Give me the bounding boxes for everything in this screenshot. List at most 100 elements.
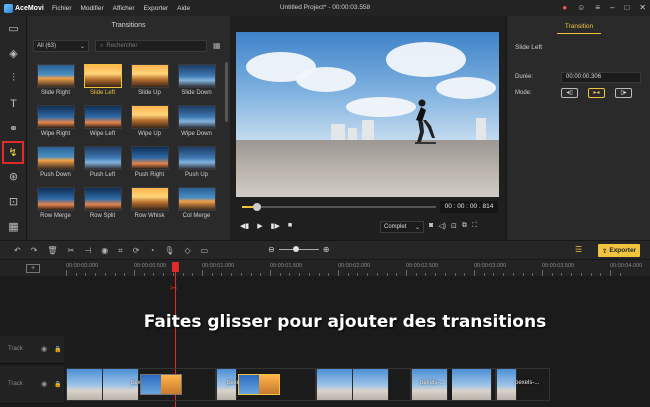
transition-item[interactable]: Col Merge bbox=[173, 187, 220, 223]
transition-thumbnail[interactable] bbox=[130, 146, 169, 170]
tab-transition[interactable]: Transition bbox=[557, 20, 601, 34]
transition-item[interactable]: Wipe Up bbox=[126, 105, 173, 141]
menu-modifier[interactable]: Modifier bbox=[81, 5, 104, 12]
transition-thumbnail[interactable] bbox=[36, 146, 75, 170]
transition-thumbnail[interactable] bbox=[36, 64, 75, 88]
grid-view-icon[interactable]: ▦ bbox=[213, 41, 223, 51]
transition-thumbnail[interactable] bbox=[83, 105, 122, 129]
lock-icon[interactable]: 🔒 bbox=[54, 346, 61, 353]
effects-icon[interactable]: ⊛ bbox=[0, 164, 27, 189]
shield-icon[interactable]: ◇ bbox=[184, 245, 190, 256]
snapshot-icon[interactable]: ◙ bbox=[429, 222, 433, 230]
stop-icon[interactable]: ■ bbox=[288, 222, 292, 230]
audio-wave-icon[interactable]: ⫶ bbox=[0, 66, 27, 91]
transition-item[interactable]: Wipe Right bbox=[32, 105, 79, 141]
transitions-icon[interactable]: ↯ bbox=[2, 141, 24, 164]
transition-item[interactable]: Slide Left bbox=[79, 64, 126, 100]
mode-right-icon[interactable]: ▯▸ bbox=[615, 88, 632, 98]
transition-thumbnail[interactable] bbox=[177, 146, 216, 170]
zoom-out-icon[interactable]: ⊖ bbox=[268, 245, 275, 254]
eye-icon[interactable]: ◉ bbox=[41, 345, 47, 353]
menu-fichier[interactable]: Fichier bbox=[52, 5, 72, 12]
cut-icon[interactable]: ✂ bbox=[68, 245, 75, 256]
zoom-slider-knob[interactable] bbox=[292, 246, 299, 252]
add-track-button[interactable]: + bbox=[26, 264, 40, 273]
zoom-slider[interactable] bbox=[278, 246, 319, 252]
quality-select[interactable]: Complet ⌄ bbox=[380, 221, 424, 233]
duration-field[interactable]: 00:00:00.306 bbox=[561, 72, 641, 83]
menu-afficher[interactable]: Afficher bbox=[113, 5, 135, 12]
next-frame-icon[interactable]: ▮▶ bbox=[271, 222, 280, 230]
transition-item[interactable]: Push Down bbox=[32, 146, 79, 182]
playback-progress-bar[interactable] bbox=[242, 203, 436, 211]
zoom-in-icon[interactable]: ⊕ bbox=[323, 245, 330, 254]
video-clip[interactable]: pexels-... bbox=[496, 368, 550, 401]
transition-item[interactable]: Push Up bbox=[173, 146, 220, 182]
media-folder-icon[interactable]: ▭ bbox=[0, 16, 27, 41]
video-clip[interactable] bbox=[316, 368, 411, 401]
delete-icon[interactable]: 🗑 bbox=[47, 245, 57, 256]
eye-icon[interactable]: ◉ bbox=[41, 380, 47, 388]
text-icon[interactable]: T bbox=[0, 91, 27, 116]
transition-thumbnail[interactable] bbox=[36, 187, 75, 211]
speed-icon[interactable]: ◔ bbox=[149, 245, 154, 256]
transition-item[interactable]: Slide Up bbox=[126, 64, 173, 100]
redo-icon[interactable]: ↷ bbox=[31, 245, 38, 256]
scissors-icon[interactable]: ✂ bbox=[170, 283, 178, 294]
transition-thumbnail[interactable] bbox=[177, 105, 216, 129]
transition-item[interactable]: Slide Down bbox=[173, 64, 220, 100]
pip-icon[interactable]: ⧉ bbox=[462, 222, 467, 230]
marker-icon[interactable]: ▭ bbox=[201, 245, 209, 256]
user-icon[interactable]: ☺ bbox=[577, 2, 585, 14]
timeline-ruler[interactable]: + 00:00:00.000 00:00:00.500 00:00:01.000 00… bbox=[0, 260, 650, 276]
transition-item[interactable]: Push Left bbox=[79, 146, 126, 182]
transition-thumbnail[interactable] bbox=[83, 146, 122, 170]
templates-icon[interactable]: ▦ bbox=[0, 214, 27, 239]
transition-thumbnail[interactable] bbox=[177, 64, 216, 88]
maximize-icon[interactable]: □ bbox=[624, 2, 629, 14]
color-icon[interactable]: ◉ bbox=[101, 245, 108, 256]
volume-icon[interactable]: ◁) bbox=[438, 222, 446, 230]
fullscreen-icon[interactable]: ⛶ bbox=[472, 222, 477, 230]
play-icon[interactable]: ▶ bbox=[257, 222, 262, 230]
menu-aide[interactable]: Aide bbox=[177, 5, 190, 12]
mode-left-icon[interactable]: ◂▯ bbox=[561, 88, 578, 98]
split-icon[interactable]: ⊣ bbox=[84, 245, 91, 256]
export-button[interactable]: ⇪ Exporter bbox=[598, 244, 640, 257]
undo-icon[interactable]: ↶ bbox=[14, 245, 21, 256]
minimize-icon[interactable]: – bbox=[610, 2, 614, 14]
transition-item[interactable]: Slide Right bbox=[32, 64, 79, 100]
lock-icon[interactable]: 🔒 bbox=[54, 381, 61, 388]
panel-scrollbar[interactable] bbox=[225, 62, 228, 122]
transition-item[interactable]: Row Whisk bbox=[126, 187, 173, 223]
sticker-icon[interactable]: ⊡ bbox=[0, 189, 27, 214]
close-icon[interactable]: ✕ bbox=[639, 2, 646, 14]
mode-center-icon[interactable]: ▸◂ bbox=[588, 88, 605, 98]
record-icon[interactable]: ● bbox=[562, 2, 567, 14]
transition-item[interactable]: Wipe Down bbox=[173, 105, 220, 141]
menu-exporter[interactable]: Exporter bbox=[144, 5, 169, 12]
category-select[interactable]: All (63) ⌄ bbox=[33, 40, 89, 52]
transition-thumbnail[interactable] bbox=[177, 187, 216, 211]
dragged-transition[interactable] bbox=[238, 374, 280, 395]
transition-thumbnail[interactable] bbox=[130, 187, 169, 211]
layers-icon[interactable]: ◈ bbox=[0, 41, 27, 66]
transition-thumbnail[interactable] bbox=[83, 187, 122, 211]
transition-item[interactable]: Wipe Left bbox=[79, 105, 126, 141]
previous-frame-icon[interactable]: ◀▮ bbox=[240, 222, 249, 230]
playback-progress-knob[interactable] bbox=[252, 203, 261, 211]
playhead-handle[interactable] bbox=[172, 262, 179, 272]
aspect-ratio-icon[interactable]: ⊡ bbox=[451, 222, 457, 230]
transition-thumbnail[interactable] bbox=[130, 105, 169, 129]
settings-sliders-icon[interactable]: ☰ bbox=[575, 245, 582, 254]
transition-item[interactable]: Push Right bbox=[126, 146, 173, 182]
transition-item[interactable]: Row Split bbox=[79, 187, 126, 223]
transition-item[interactable]: Row Merge bbox=[32, 187, 79, 223]
video-clip[interactable]: pexels-... bbox=[411, 368, 496, 401]
crop-icon[interactable]: ⌗ bbox=[118, 245, 123, 256]
transition-thumbnail[interactable] bbox=[36, 105, 75, 129]
filters-icon[interactable]: ⚭ bbox=[0, 116, 27, 141]
rotate-icon[interactable]: ⟳ bbox=[133, 245, 140, 256]
hamburger-menu-icon[interactable]: ≡ bbox=[595, 2, 600, 14]
transition-marker[interactable] bbox=[140, 374, 182, 395]
